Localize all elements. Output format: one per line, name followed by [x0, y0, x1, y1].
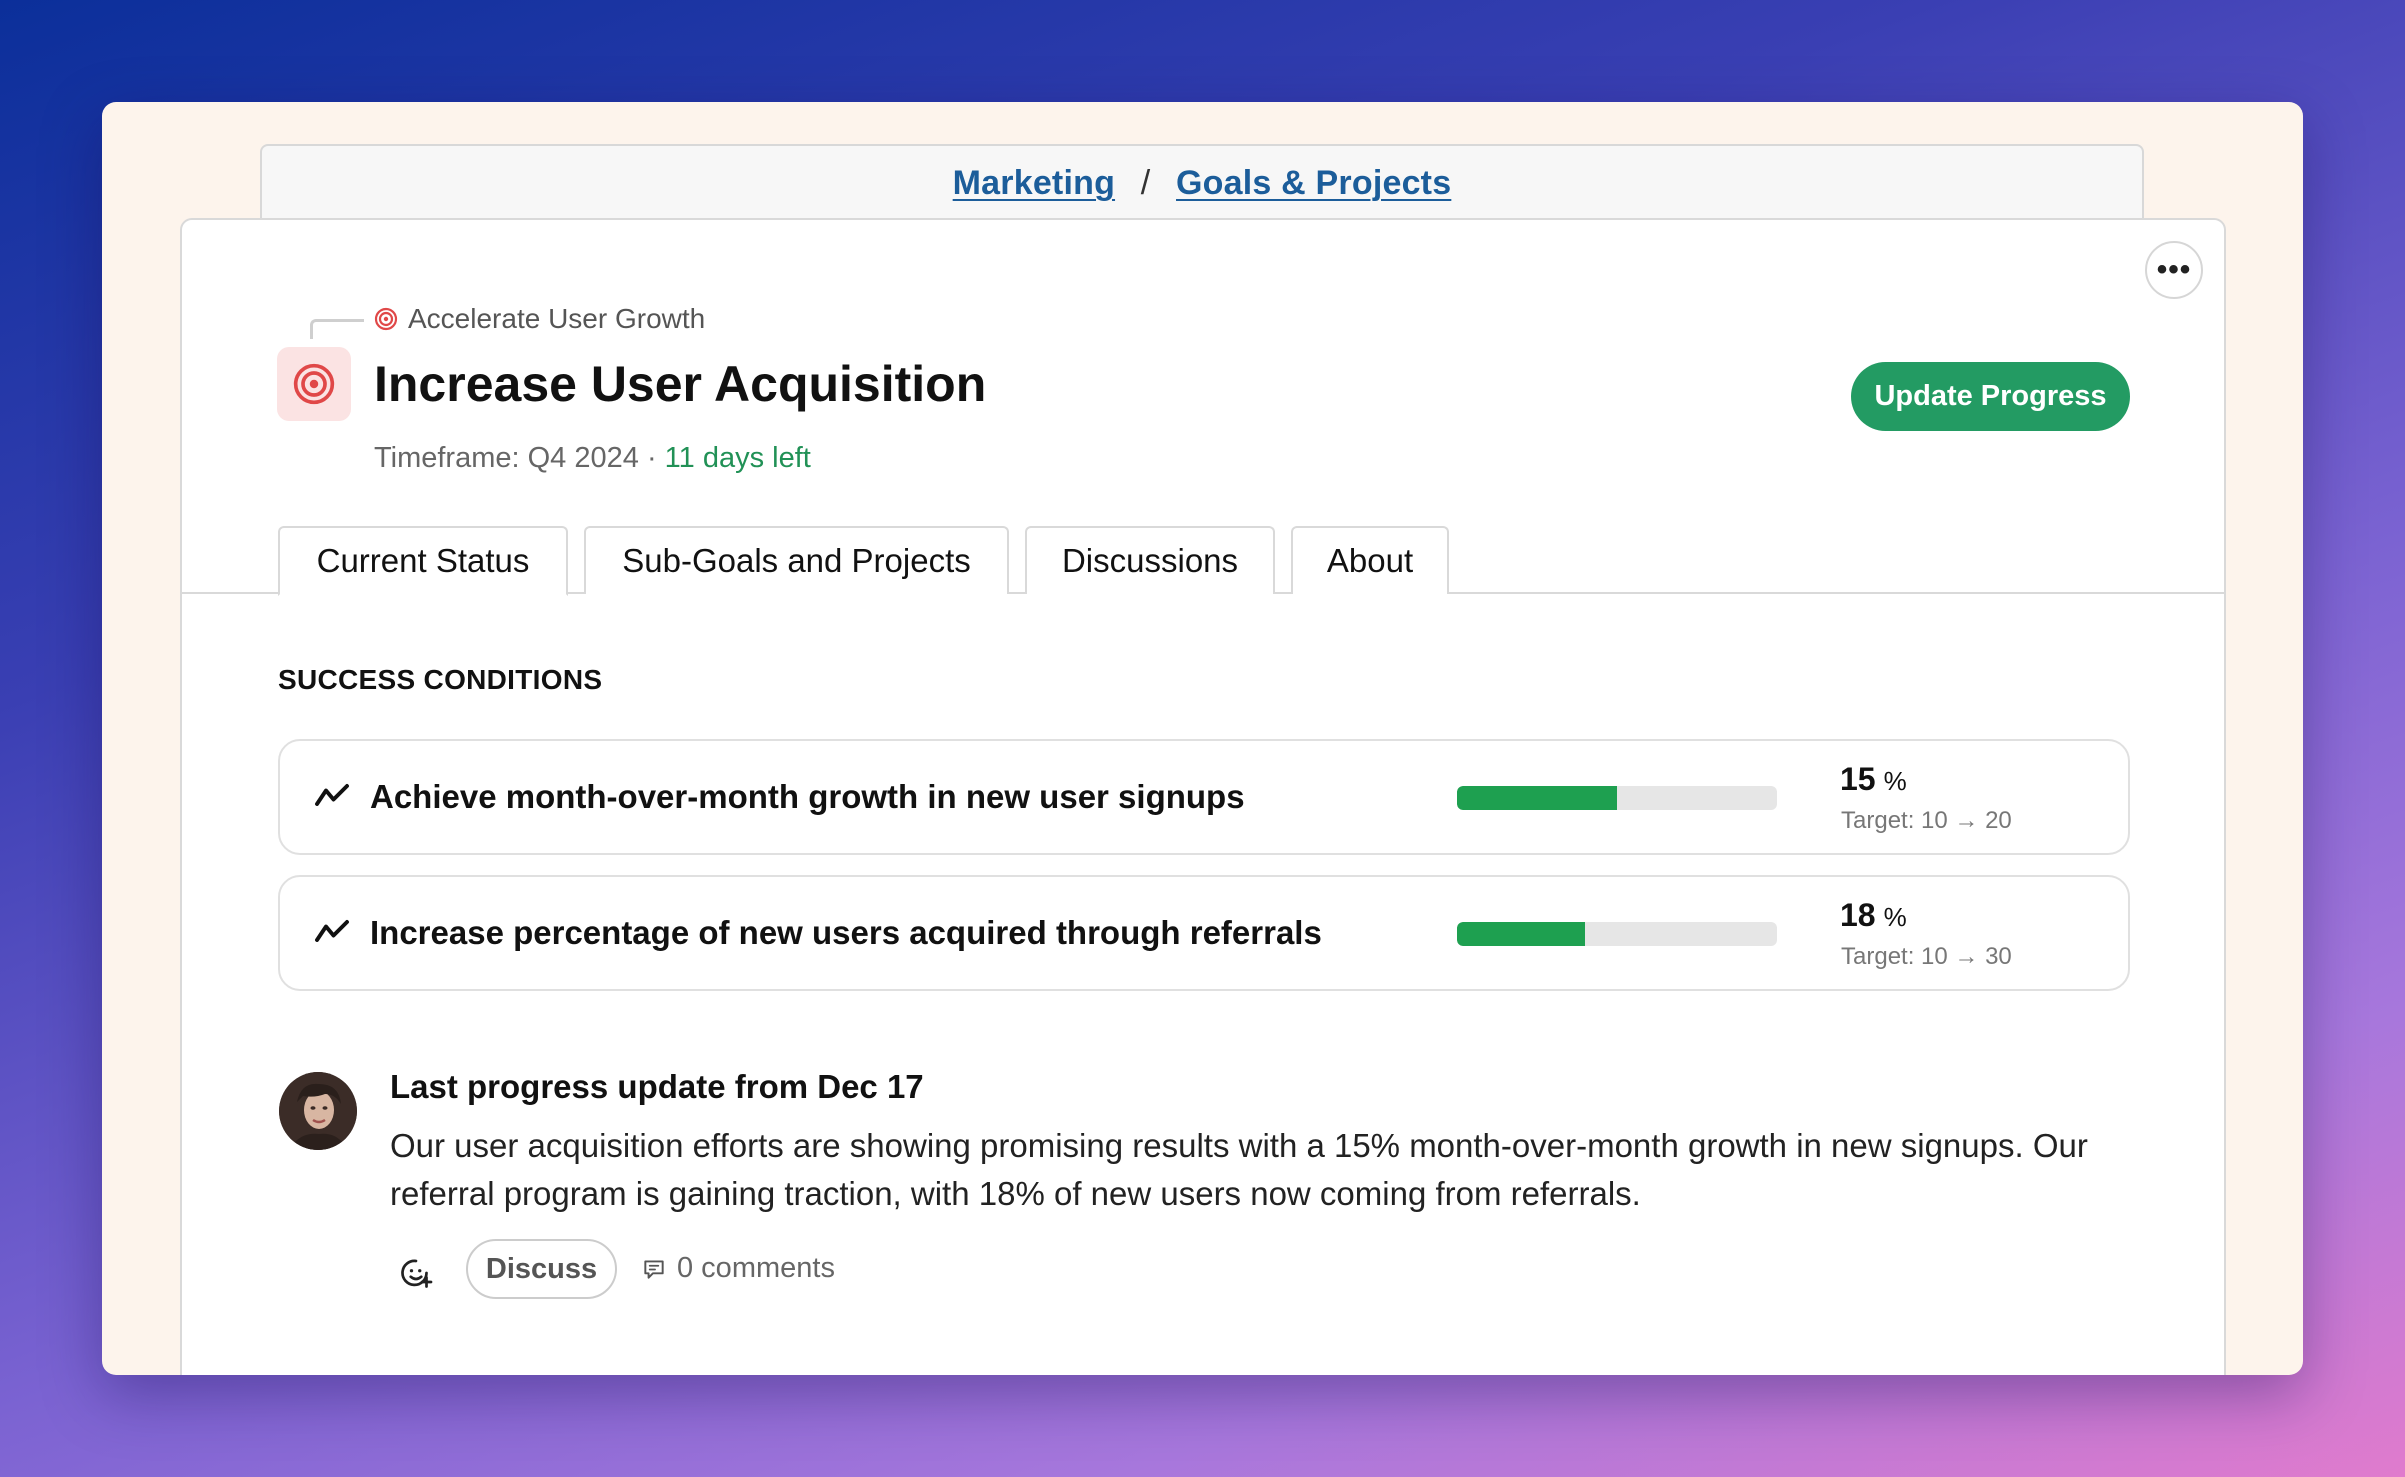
condition-label: Achieve month-over-month growth in new u… [370, 778, 1245, 815]
parent-goal-label: Accelerate User Growth [408, 303, 706, 334]
success-conditions-heading: SUCCESS CONDITIONS [278, 664, 603, 695]
trend-line-icon [315, 784, 349, 806]
condition-progress-fill [1457, 786, 1617, 810]
days-left-label: 11 days left [664, 442, 811, 474]
last-update-title: Last progress update from Dec 17 [390, 1068, 924, 1105]
tab-sub-goals-projects[interactable]: Sub-Goals and Projects [584, 526, 1009, 594]
update-progress-button[interactable]: Update Progress [1851, 362, 2130, 431]
goal-icon-tile [277, 347, 351, 421]
breadcrumb-marketing-link[interactable]: Marketing [953, 164, 1115, 202]
trend-line-icon [315, 920, 349, 942]
condition-value-unit: % [1883, 902, 1907, 932]
comments-link[interactable]: 0 comments [641, 1252, 835, 1285]
success-condition-row[interactable]: Increase percentage of new users acquire… [278, 875, 2130, 991]
timeframe-separator: · [646, 442, 657, 474]
tab-discussions[interactable]: Discussions [1025, 526, 1275, 594]
breadcrumb-goals-projects-link[interactable]: Goals & Projects [1176, 164, 1451, 202]
timeframe-text: Timeframe: Q4 2024 · 11 days left [374, 442, 811, 475]
page-title: Increase User Acquisition [374, 356, 987, 412]
condition-target: Target: 10 → 20 [1841, 807, 2012, 834]
condition-progress-bar [1457, 786, 1777, 810]
condition-value-unit: % [1883, 766, 1907, 796]
condition-value-number: 18 [1840, 897, 1876, 933]
timeframe-label: Timeframe: Q4 2024 [374, 442, 639, 474]
condition-value: 18% [1840, 897, 1907, 934]
condition-progress-bar [1457, 922, 1777, 946]
tab-about[interactable]: About [1291, 526, 1449, 594]
comments-count-label: 0 comments [677, 1252, 835, 1284]
breadcrumb: Marketing / Goals & Projects [262, 164, 2142, 203]
condition-value: 15% [1840, 761, 1907, 798]
parent-goal-link[interactable]: Accelerate User Growth [374, 303, 705, 335]
user-photo-icon [279, 1072, 357, 1150]
tab-current-status[interactable]: Current Status [278, 526, 568, 596]
add-reaction-button[interactable] [393, 1250, 439, 1296]
last-update-body: Our user acquisition efforts are showing… [390, 1127, 2088, 1212]
target-icon [293, 363, 335, 405]
condition-progress-fill [1457, 922, 1585, 946]
breadcrumb-separator: / [1140, 164, 1151, 202]
add-reaction-icon [401, 1259, 433, 1288]
discuss-button[interactable]: Discuss [466, 1239, 617, 1299]
more-dots-icon: ••• [2156, 253, 2192, 286]
target-icon [374, 307, 398, 331]
condition-label: Increase percentage of new users acquire… [370, 914, 1322, 951]
condition-target: Target: 10 → 30 [1841, 943, 2012, 970]
more-options-button[interactable]: ••• [2145, 241, 2203, 299]
avatar[interactable] [279, 1072, 357, 1150]
success-condition-row[interactable]: Achieve month-over-month growth in new u… [278, 739, 2130, 855]
condition-value-number: 15 [1840, 761, 1876, 797]
parent-connector-line [310, 319, 364, 339]
comment-icon [644, 1259, 664, 1279]
